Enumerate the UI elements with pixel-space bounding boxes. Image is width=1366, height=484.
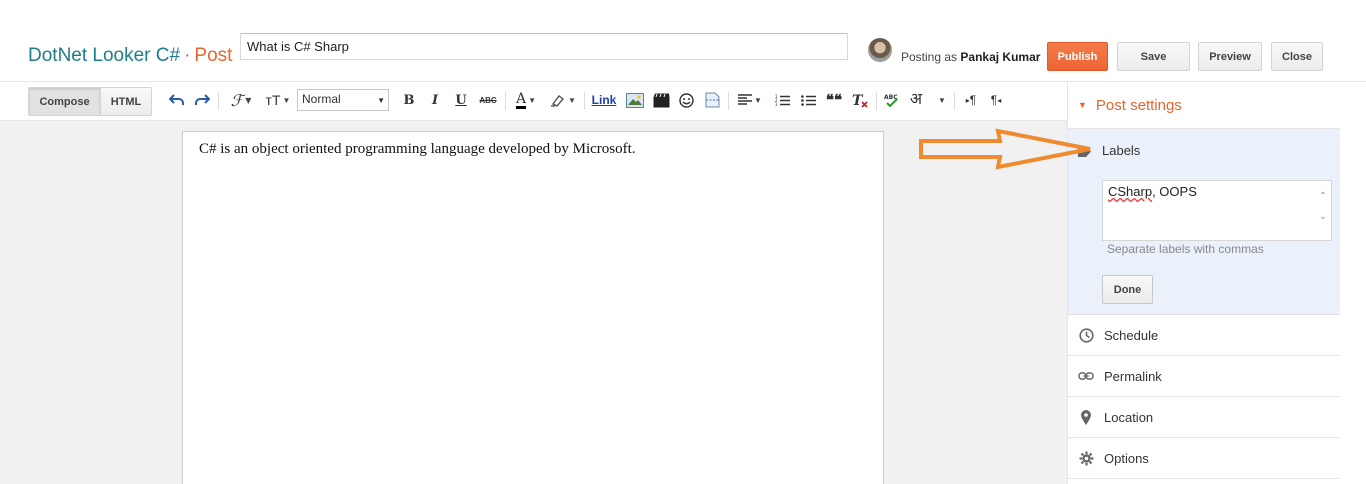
- labels-hint: Separate labels with commas: [1107, 242, 1264, 256]
- font-glyph: ℱ: [230, 90, 244, 110]
- publish-button[interactable]: Publish: [1047, 42, 1108, 71]
- underline-icon[interactable]: U: [452, 90, 470, 110]
- sidebar-item-schedule[interactable]: Schedule: [1068, 315, 1341, 356]
- chevron-down-icon: ▼: [245, 95, 252, 105]
- labels-done-button[interactable]: Done: [1102, 275, 1153, 304]
- emoji-icon[interactable]: [676, 90, 696, 110]
- sidebar-item-label: Options: [1104, 450, 1149, 466]
- transliteration-dropdown[interactable]: ▼: [934, 90, 948, 110]
- redo-icon[interactable]: [193, 90, 211, 110]
- undo-icon[interactable]: [168, 90, 186, 110]
- post-settings-sidebar: ▼ Post settings Labels CSharp, OOPS ⌃ ⌄ …: [1067, 82, 1341, 484]
- location-pin-icon: [1078, 409, 1094, 425]
- post-body-text: C# is an object oriented programming lan…: [199, 141, 636, 157]
- post-body-editor[interactable]: C# is an object oriented programming lan…: [182, 131, 884, 484]
- preview-button[interactable]: Preview: [1198, 42, 1262, 71]
- link-icon: [1078, 368, 1094, 384]
- compose-mode-button[interactable]: Compose: [29, 88, 100, 115]
- toolbar-divider: [954, 92, 955, 110]
- ltr-icon[interactable]: ▸ ¶: [962, 90, 980, 110]
- chevron-down-icon: ▼: [377, 96, 385, 105]
- editor-header: DotNet Looker C#·Post Posting as Pankaj …: [0, 0, 1366, 82]
- strikethrough-icon[interactable]: ABC: [477, 90, 499, 110]
- chevron-down-icon: ▼: [938, 95, 946, 105]
- label-rest: , OOPS: [1152, 184, 1197, 199]
- scroll-down-icon[interactable]: ⌄: [1317, 207, 1329, 227]
- annotation-arrow-icon: [919, 128, 1091, 170]
- insert-image-icon[interactable]: [624, 90, 646, 110]
- title-separator: ·: [184, 45, 191, 66]
- page-right-margin: [1340, 82, 1366, 484]
- clock-icon: [1078, 327, 1094, 343]
- toolbar-divider: [505, 92, 506, 110]
- labels-panel: Labels CSharp, OOPS ⌃ ⌄ Separate labels …: [1068, 128, 1341, 315]
- format-select-value: Normal: [302, 92, 341, 106]
- collapse-triangle-icon: ▼: [1078, 100, 1087, 110]
- paragraph-format-select[interactable]: Normal ▼: [297, 89, 389, 111]
- svg-text:3: 3: [775, 102, 778, 107]
- sidebar-item-permalink[interactable]: Permalink: [1068, 356, 1341, 397]
- jump-break-icon[interactable]: [702, 90, 722, 110]
- scroll-up-icon[interactable]: ⌃: [1317, 187, 1329, 207]
- text-color-glyph: A: [515, 90, 527, 109]
- text-color-icon[interactable]: A ▼: [511, 90, 541, 110]
- save-button[interactable]: Save: [1117, 42, 1190, 71]
- blog-name-link[interactable]: DotNet Looker C#: [28, 45, 180, 66]
- post-type-label: Post: [194, 45, 233, 66]
- bulleted-list-icon[interactable]: [798, 90, 818, 110]
- ltr-glyph: ¶: [969, 93, 977, 107]
- toolbar-divider: [876, 92, 877, 110]
- gear-icon: [1078, 450, 1094, 466]
- post-title-input[interactable]: [240, 33, 848, 60]
- rtl-arrow: ◂: [997, 95, 1002, 105]
- labels-heading: Labels: [1102, 143, 1141, 158]
- blog-title: DotNet Looker C# · Post: [28, 45, 232, 67]
- avatar[interactable]: [868, 38, 892, 62]
- sidebar-item-label: Permalink: [1104, 368, 1162, 384]
- italic-icon[interactable]: I: [426, 90, 444, 110]
- font-family-icon[interactable]: ℱ ▼: [226, 90, 256, 110]
- close-button[interactable]: Close: [1271, 42, 1323, 71]
- chevron-down-icon: ▼: [754, 95, 762, 105]
- sidebar-item-location[interactable]: Location: [1068, 397, 1341, 438]
- font-size-icon[interactable]: тT ▼: [263, 90, 293, 110]
- labels-input[interactable]: CSharp, OOPS ⌃ ⌄: [1102, 180, 1332, 241]
- chevron-down-icon: ▼: [568, 95, 576, 105]
- transliteration-icon[interactable]: अ: [906, 88, 926, 108]
- chevron-down-icon: ▼: [528, 95, 537, 105]
- chevron-down-icon: ▼: [282, 95, 291, 105]
- label-misspelled-word: CSharp: [1108, 184, 1153, 199]
- toolbar-divider: [728, 92, 729, 110]
- rtl-icon[interactable]: ¶ ◂: [987, 90, 1005, 110]
- sidebar-item-label: Schedule: [1104, 327, 1159, 343]
- bold-icon[interactable]: B: [400, 90, 418, 110]
- spellcheck-icon[interactable]: ABC: [882, 90, 902, 110]
- insert-link-button[interactable]: Link: [590, 90, 618, 110]
- numbered-list-icon[interactable]: 123: [772, 90, 792, 110]
- posting-as-prefix: Posting as: [901, 50, 958, 64]
- sidebar-item-label: Location: [1104, 409, 1154, 425]
- html-mode-button[interactable]: HTML: [100, 88, 151, 115]
- toolbar-divider: [218, 92, 219, 110]
- post-settings-title: Post settings: [1095, 96, 1182, 114]
- insert-video-icon[interactable]: [650, 90, 672, 110]
- size-glyph: тT: [265, 92, 281, 108]
- align-icon[interactable]: ▼: [735, 90, 765, 110]
- sidebar-item-options[interactable]: Options: [1068, 438, 1341, 479]
- post-settings-header[interactable]: ▼ Post settings: [1068, 82, 1341, 128]
- clear-formatting-icon[interactable]: T: [850, 90, 870, 110]
- highlight-icon[interactable]: ▼: [548, 90, 578, 110]
- textarea-scrollbar[interactable]: ⌃ ⌄: [1317, 187, 1329, 227]
- posting-as-text: Posting as Pankaj Kumar: [901, 50, 1040, 64]
- quote-icon[interactable]: ❝❝: [824, 90, 844, 110]
- toolbar-divider: [584, 92, 585, 110]
- user-name: Pankaj Kumar: [960, 50, 1041, 64]
- mode-switch: Compose HTML: [28, 87, 152, 116]
